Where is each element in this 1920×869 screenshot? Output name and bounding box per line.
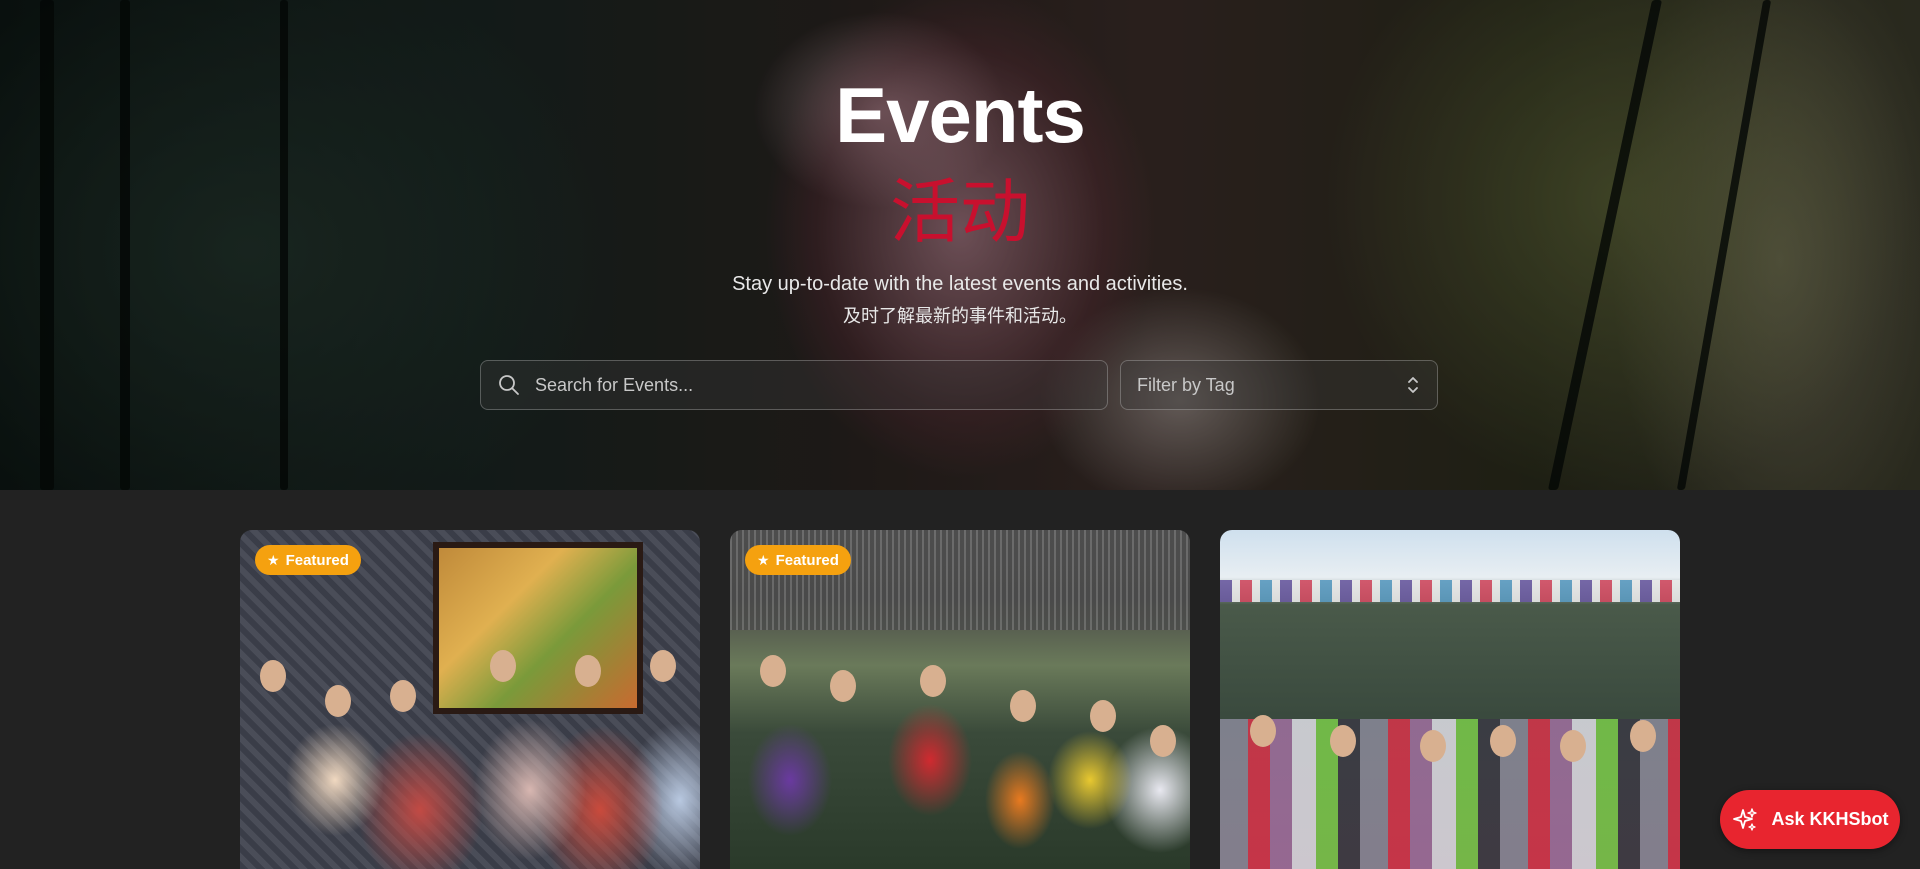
chevron-updown-icon xyxy=(1408,377,1418,393)
search-input[interactable] xyxy=(535,374,1095,396)
page-title-chinese: 活动 xyxy=(890,171,1030,253)
tag-filter-select[interactable]: Filter by Tag xyxy=(1120,360,1438,410)
event-image-person xyxy=(830,670,856,702)
search-icon xyxy=(499,375,519,395)
page-subtitle-chinese: 及时了解最新的事件和活动。 xyxy=(843,306,1077,327)
event-image-crowd xyxy=(1220,719,1680,869)
featured-badge: ★ Featured xyxy=(745,545,851,575)
event-image-person xyxy=(575,655,601,687)
event-image-person xyxy=(1490,725,1516,757)
event-image-painting xyxy=(433,542,643,714)
event-image-person xyxy=(260,660,286,692)
hero-banner: Events 活动 Stay up-to-date with the lates… xyxy=(0,0,1920,490)
event-image-person xyxy=(1010,690,1036,722)
ask-chatbot-button[interactable]: Ask KKHSbot xyxy=(1720,790,1900,849)
event-image-person xyxy=(920,665,946,697)
star-icon: ★ xyxy=(757,551,770,568)
star-icon: ★ xyxy=(267,551,280,568)
event-image-person xyxy=(490,650,516,682)
search-field[interactable] xyxy=(480,360,1108,410)
event-image-person xyxy=(1630,720,1656,752)
event-image-person xyxy=(1150,725,1176,757)
event-card[interactable] xyxy=(1220,530,1680,869)
event-image-person xyxy=(760,655,786,687)
page-title: Events xyxy=(835,71,1086,159)
event-image-person xyxy=(1560,730,1586,762)
ask-chatbot-label: Ask KKHSbot xyxy=(1771,809,1889,829)
event-card[interactable]: ★ Featured xyxy=(730,530,1190,869)
event-image-flags xyxy=(1220,580,1680,602)
event-image-person xyxy=(1250,715,1276,747)
page-subtitle: Stay up-to-date with the latest events a… xyxy=(732,273,1188,295)
featured-badge-label: Featured xyxy=(285,551,349,569)
event-image-person xyxy=(650,650,676,682)
event-image-person xyxy=(1420,730,1446,762)
tag-filter-label: Filter by Tag xyxy=(1137,374,1235,395)
sparkles-icon xyxy=(1733,807,1758,831)
event-image-person xyxy=(390,680,416,712)
event-image-person xyxy=(325,685,351,717)
event-image-person xyxy=(1330,725,1356,757)
event-card[interactable]: ★ Featured xyxy=(240,530,700,869)
featured-badge-label: Featured xyxy=(775,551,839,569)
event-image-person xyxy=(1090,700,1116,732)
featured-badge: ★ Featured xyxy=(255,545,361,575)
